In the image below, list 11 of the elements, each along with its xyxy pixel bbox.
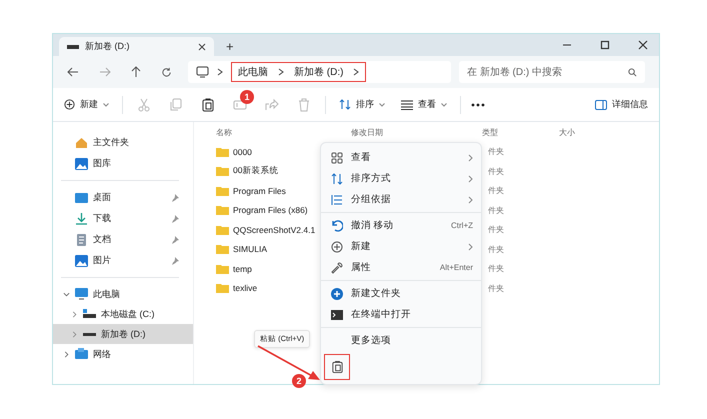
step-badge: 1 (240, 90, 254, 104)
table-cell: 件夹 (488, 224, 504, 236)
tab-title: 新加卷 (D:) (85, 40, 130, 53)
table-cell: 件夹 (488, 282, 504, 294)
table-cell: 件夹 (488, 204, 504, 216)
table-cell: 件夹 (488, 244, 504, 255)
table-cell: 件夹 (488, 146, 504, 158)
table-cell: 件夹 (488, 263, 504, 274)
step-badge: 2 (292, 374, 306, 388)
table-cell: 件夹 (488, 185, 504, 196)
table-cell: 件夹 (488, 166, 504, 177)
